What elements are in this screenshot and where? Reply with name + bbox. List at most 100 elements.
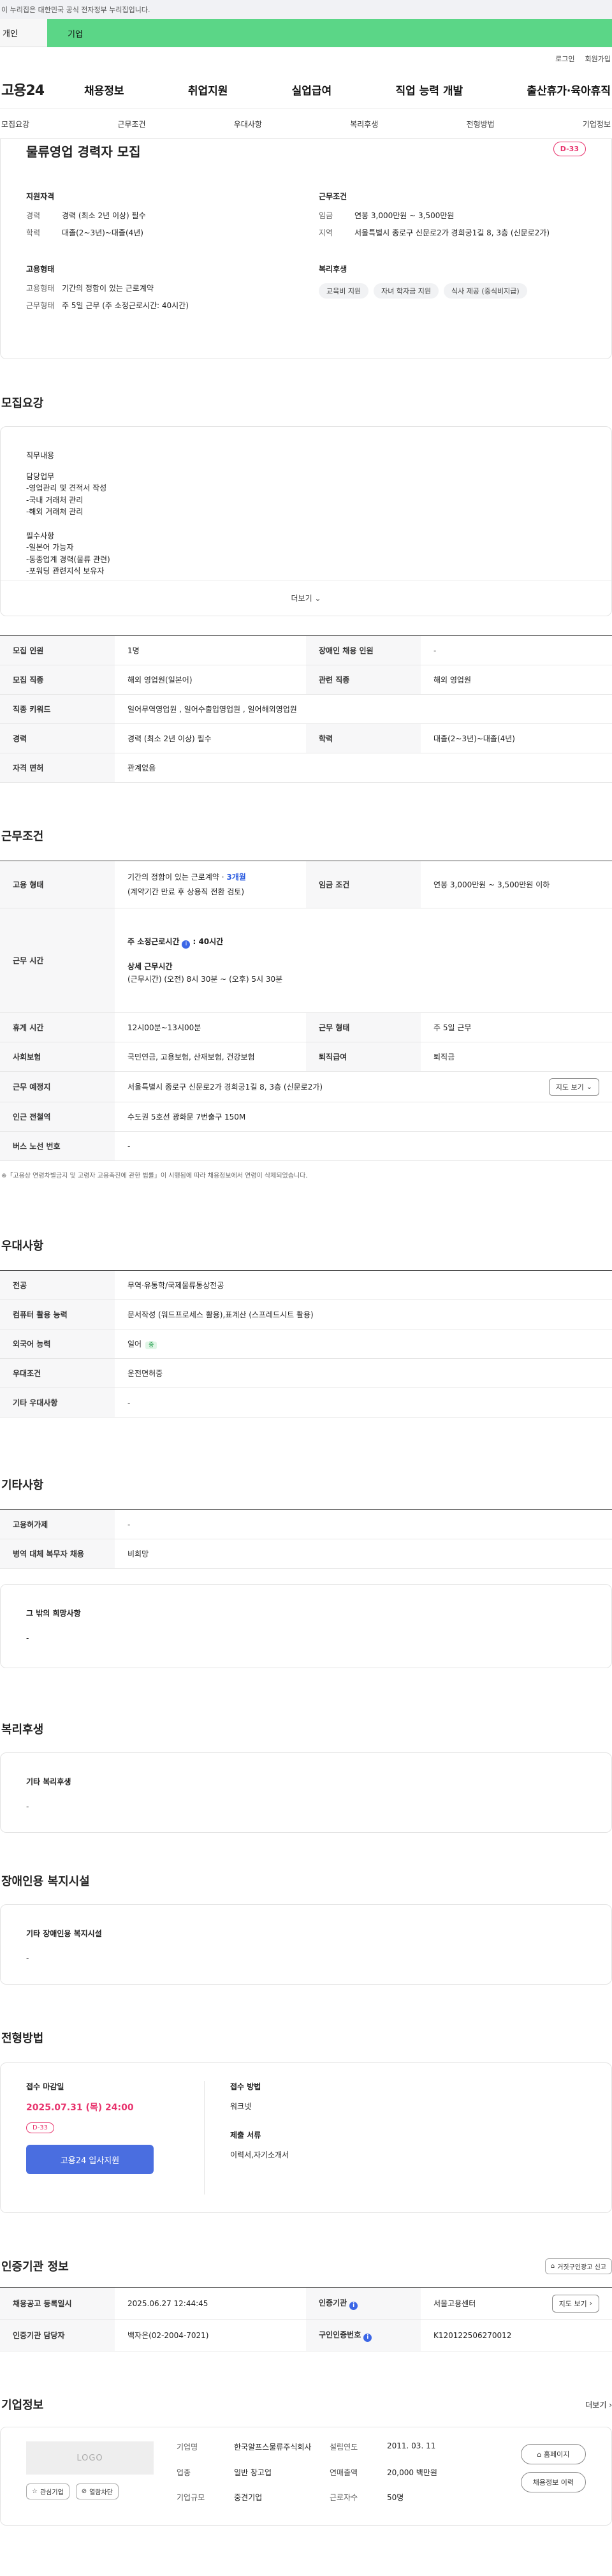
th-agency: 인증기관 [319,2298,347,2307]
summary-work-condition: 근무조건 임금 연봉 3,000만원 ~ 3,500만원 지역 서울특별시 종로구 … [319,191,586,246]
signup-link[interactable]: 회원가입 [585,54,611,64]
apply-button[interactable]: 고용24 입사지원 [26,2145,154,2174]
th-retire: 퇴직급여 [306,1042,421,1072]
info-icon[interactable]: i [349,2301,358,2310]
tab-recruit[interactable]: 모집요강 [1,119,29,130]
td-computer: 문서작성 (워드프로세스 활용),표계산 (스프레드시트 활용) [115,1299,612,1329]
deadline-heading: 접수 마감일 [26,2082,64,2091]
other-wishes-value: - [26,1634,29,1643]
td-career: 경력 (최소 2년 이상) 필수 [115,723,306,753]
gnb-item-parental-leave[interactable]: 출산휴가·육아휴직 [527,82,611,98]
hours-detail-label: 상세 근무시간 [127,961,173,971]
detail-tabbar: 모집요강 근무조건 우대사항 복리후생 전형방법 기업정보 [0,108,612,139]
summary-employment: 고용형태 고용형태 기간의 정함이 있는 근로계약 근무형태 주 5일 근무 (주 … [26,263,293,318]
tab-personal-label: 개인 [3,29,18,39]
tab-personal[interactable]: 개인 [0,19,47,47]
work-table: 고용 형태 기간의 정함이 있는 근로계약 · 3개월 (계약기간 만료 후 상용… [0,861,612,1161]
th-insurance: 사회보험 [0,1042,115,1072]
company-more-link[interactable]: 더보기 › [585,2399,612,2410]
work-form-label: 근무형태 [26,301,55,311]
gnb-item-unemployment-benefit[interactable]: 실업급여 [292,82,332,98]
qual-edu-value: 대졸(2~3년)~대졸(4년) [62,228,143,238]
td-retire: 퇴직금 [421,1042,612,1072]
more-button[interactable]: 더보기 ⌄ [1,580,611,616]
chevron-right-icon: › [589,2299,592,2307]
gnb-item-employment-support[interactable]: 취업지원 [188,82,228,98]
apply-section-title: 전형방법 [1,2032,44,2045]
recruit-section-title: 모집요강 [1,397,44,410]
agency-map-button[interactable]: 지도 보기 › [551,2294,599,2313]
th-language: 외국어 능력 [0,1329,115,1359]
th-related-job: 관련 직종 [306,665,421,695]
tab-corporate-label: 기업 [68,29,83,40]
company-name-value: 한국알프스물류주식회사 [234,2443,312,2452]
pref-table: 전공 무역·유통학/국제물류통상전공 컴퓨터 활용 능력 문서작성 (워드프로세스 … [0,1270,612,1418]
age-law-note: ※「고용상 연령차별금지 및 고령자 고용촉진에 관한 법률」이 시행됨에 따라… [1,1173,308,1180]
desc-body: 담당업무 -영업관리 및 견적서 작성 -국내 거래처 관리 -해외 거래처 관… [26,471,110,576]
gnb-item-jobs[interactable]: 채용정보 [84,82,124,98]
td-req-no: K120122506270012 [421,2319,612,2351]
tab-preference[interactable]: 우대사항 [234,119,262,130]
th-req-no: 구인인증번호 [319,2330,361,2339]
tab-welfare[interactable]: 복리후생 [350,119,378,130]
login-link[interactable]: 로그인 [555,54,574,64]
qualification-heading: 지원자격 [26,192,55,201]
favorite-company-button[interactable]: ☆ 관심기업 [26,2483,69,2499]
sales-value: 20,000 백만원 [387,2468,437,2477]
tab-selection[interactable]: 전형방법 [466,119,494,130]
method-value: 워크넷 [230,2102,252,2111]
td-keyword: 일어무역영업원 , 일어수출입영업원 , 일어해외영업원 [115,694,612,724]
homepage-label: 홈페이지 [543,2450,570,2459]
th-major: 전공 [0,1270,115,1300]
homepage-button[interactable]: ⌂ 홈페이지 [520,2444,586,2464]
gov-banner: 이 누리집은 대한민국 공식 전자정부 누리집입니다. [0,0,612,19]
other-wishes-box: 그 밖의 희망사항 - [0,1584,612,1668]
info-icon[interactable]: i [182,940,191,949]
th-career: 경력 [0,723,115,753]
th-disabled: 장애인 채용 인원 [306,635,421,665]
block-view-button[interactable]: ⊘ 열람차단 [75,2483,119,2499]
site-logo[interactable]: 고용24 [1,79,84,100]
td-rest: 12시00분~13시00분 [115,1012,306,1042]
td-manager: 백자은(02-2004-7021) [115,2319,306,2351]
info-icon[interactable]: i [363,2333,372,2342]
map-button[interactable]: 지도 보기 ⌄ [548,1077,599,1096]
tab-corporate[interactable]: 기업 [47,19,612,47]
wage-value: 연봉 3,000만원 ~ 3,500만원 [354,211,455,220]
td-condition: 운전면허증 [115,1358,612,1388]
welfare-heading: 복리후생 [319,264,347,274]
disabled-section-title: 장애인용 복지시설 [1,1875,90,1888]
cert-table: 채용공고 등록일시 2025.06.27 12:44:45 인증기관 i 서울고용센… [0,2287,612,2351]
td-military: 비희망 [115,1539,612,1569]
emp-type-value: 기간의 정함이 있는 근로계약 [62,283,154,293]
employment-heading: 고용형태 [26,264,55,274]
gnb-item-job-training[interactable]: 직업 능력 개발 [395,82,463,98]
qual-edu-label: 학력 [26,228,41,238]
benefit-box-value: - [26,1802,29,1811]
other-wishes-title: 그 밖의 희망사항 [26,1609,81,1618]
gov-banner-text: 이 누리집은 대한민국 공식 전자정부 누리집입니다. [1,6,150,14]
td-insurance: 국민연금, 고용보험, 산재보험, 건강보험 [115,1042,306,1072]
th-license: 자격 면허 [0,753,115,783]
report-fake-ad-button[interactable]: ⌂ 거짓구인광고 신고 [544,2258,612,2274]
th-military: 병역 대체 복무자 채용 [0,1539,115,1569]
agency-map-label: 지도 보기 [558,2299,587,2308]
tab-company[interactable]: 기업정보 [583,119,611,130]
industry-label: 업종 [177,2468,191,2477]
th-work-type: 근무 형태 [306,1012,421,1042]
contract-period-link[interactable]: 3개월 [226,873,245,882]
th-computer: 컴퓨터 활용 능력 [0,1299,115,1329]
th-headcount: 모집 인원 [0,635,115,665]
th-place: 근무 예정지 [0,1071,115,1102]
company-section-title: 기업정보 [1,2399,44,2412]
td-edu: 대졸(2~3년)~대졸(4년) [421,723,612,753]
wage-label: 임금 [319,211,333,220]
language-level-badge: 중 [145,1342,157,1349]
dday-badge-small: D-33 [26,2122,55,2133]
tab-work-condition[interactable]: 근무조건 [117,119,145,130]
emp-type-text: 기간의 정함이 있는 근로계약 · [127,872,227,882]
size-label: 기업규모 [177,2493,205,2503]
chevron-right-icon: › [609,2400,612,2409]
desc-heading: 직무내용 [26,451,55,460]
job-history-button[interactable]: 채용정보 이력 [520,2472,586,2492]
